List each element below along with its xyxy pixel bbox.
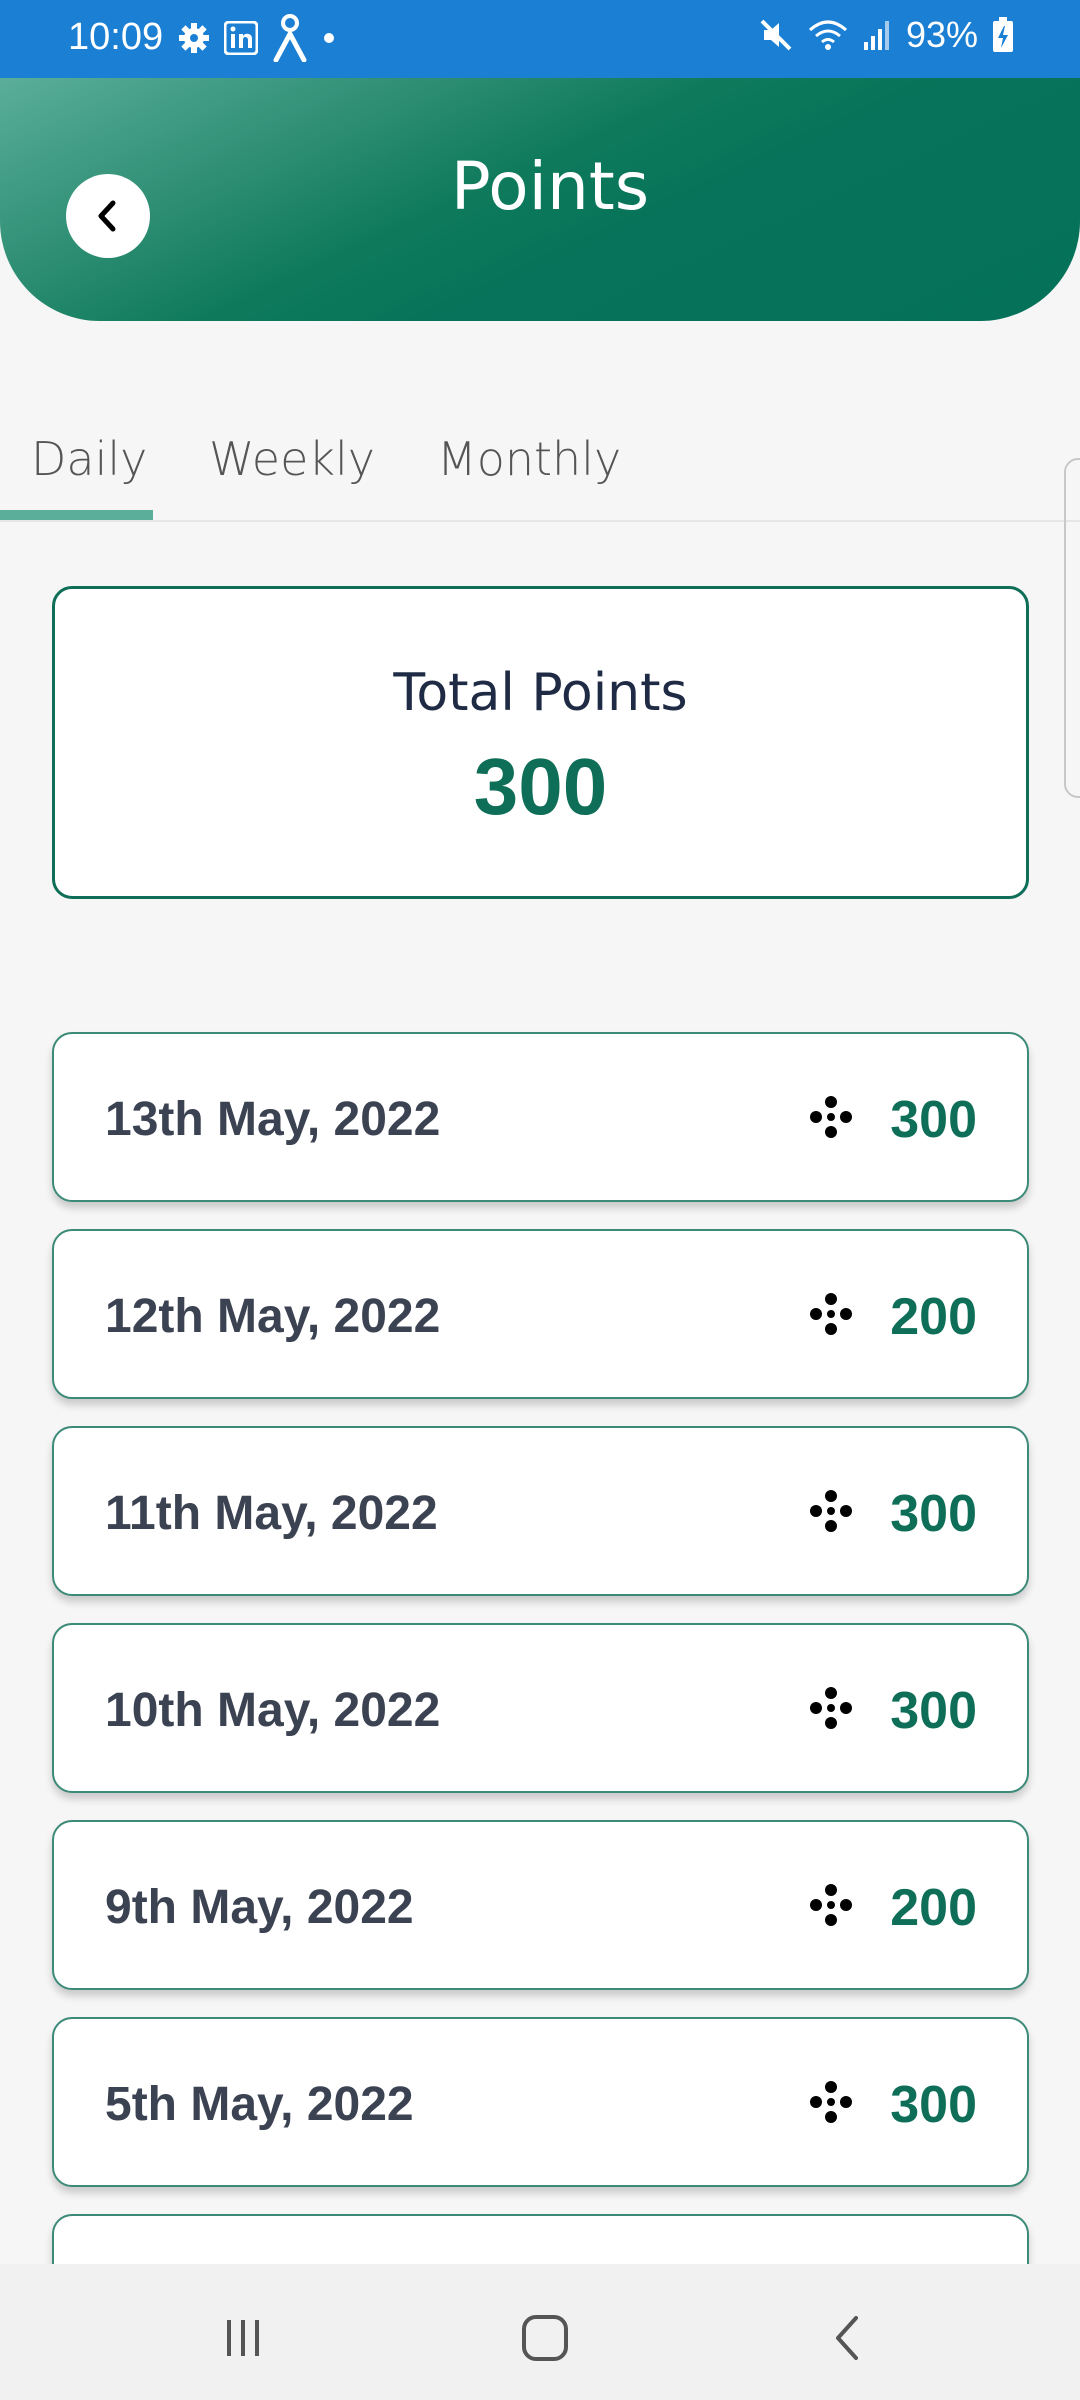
side-drawer-handle[interactable]	[1064, 458, 1080, 798]
linkedin-icon	[224, 21, 258, 55]
tab-monthly[interactable]: Monthly	[437, 432, 621, 486]
battery-percentage: 93%	[905, 14, 978, 55]
entry-date: 9th May, 2022	[105, 1881, 414, 1934]
entry-date: 10th May, 2022	[105, 1684, 441, 1737]
entry-points: 300	[890, 2076, 977, 2134]
page-title: Points	[450, 148, 650, 225]
accessibility-icon	[273, 14, 307, 62]
system-back-button[interactable]	[818, 2308, 878, 2368]
list-item[interactable]: 13th May, 2022 300	[52, 1032, 1029, 1202]
mute-icon	[760, 19, 792, 51]
tab-weekly[interactable]: Weekly	[209, 432, 375, 486]
system-nav-bar	[0, 2264, 1080, 2400]
list-item[interactable]: 11th May, 2022 300	[52, 1426, 1029, 1596]
status-icons-right: 93%	[758, 14, 1014, 56]
entry-date: 11th May, 2022	[105, 1487, 438, 1540]
battery-charging-icon	[993, 17, 1013, 52]
list-item[interactable]: 9th May, 2022 200	[52, 1820, 1029, 1990]
points-icon	[810, 1096, 852, 1138]
list-item[interactable]: 5th May, 2022 300	[52, 2017, 1029, 2187]
entry-date: 12th May, 2022	[105, 1290, 441, 1343]
total-points-card: Total Points 300	[52, 586, 1029, 899]
app-header: Points	[0, 78, 1080, 321]
recent-apps-icon	[227, 2320, 259, 2356]
points-icon	[810, 1293, 852, 1335]
entry-points: 200	[890, 1288, 977, 1346]
back-icon	[836, 2316, 858, 2360]
status-time: 10:09	[68, 16, 164, 58]
points-icon	[810, 2081, 852, 2123]
signal-icon	[863, 21, 889, 50]
home-icon	[522, 2315, 568, 2361]
tab-daily[interactable]: Daily	[31, 432, 147, 486]
status-bar: 10:09 93%	[0, 0, 1080, 78]
points-icon	[810, 1490, 852, 1532]
home-button[interactable]	[515, 2308, 575, 2368]
period-tabs: Daily Weekly Monthly	[0, 420, 1080, 522]
recent-apps-button[interactable]	[213, 2308, 273, 2368]
active-tab-indicator	[0, 510, 153, 520]
entry-date: 13th May, 2022	[105, 1093, 441, 1146]
entry-points: 300	[890, 1091, 977, 1149]
points-icon	[810, 1687, 852, 1729]
total-points-label: Total Points	[393, 663, 688, 723]
dot-icon	[324, 33, 334, 43]
wifi-icon	[808, 20, 847, 50]
status-icons-left	[178, 14, 336, 62]
list-item[interactable]: 10th May, 2022 300	[52, 1623, 1029, 1793]
entry-date: 5th May, 2022	[105, 2078, 414, 2131]
gear-icon	[179, 23, 209, 53]
entry-points: 300	[890, 1485, 977, 1543]
list-item[interactable]: 12th May, 2022 200	[52, 1229, 1029, 1399]
entry-points: 300	[890, 1682, 977, 1740]
total-points-value: 300	[473, 742, 608, 831]
points-icon	[810, 1884, 852, 1926]
entry-points: 200	[890, 1879, 977, 1937]
